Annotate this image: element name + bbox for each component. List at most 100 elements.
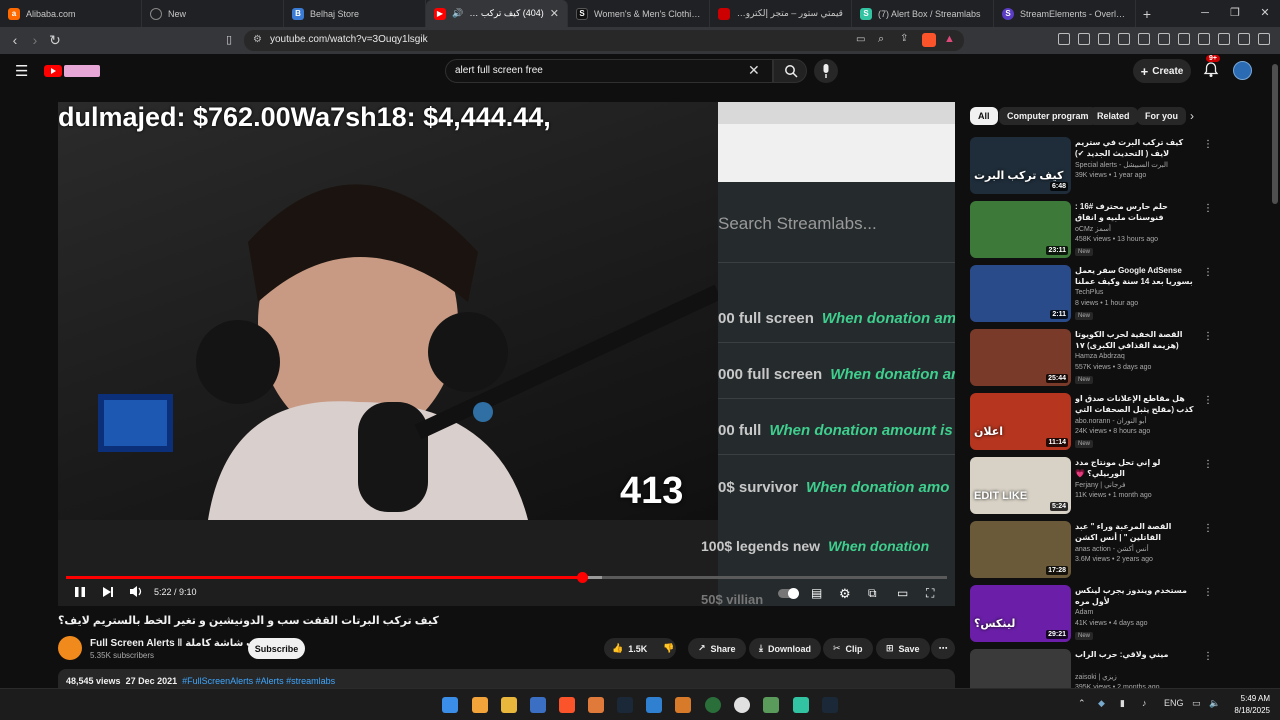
video-player[interactable]: dulmajed: $762.00Wa7sh18: $4,444.44, 413…	[58, 102, 955, 606]
next-video-icon[interactable]	[102, 586, 114, 598]
save-button[interactable]: ⊞ Save	[876, 638, 930, 659]
recommendation-title[interactable]: Google AdSense سفر يعمل بسوريا بعد 14 سن…	[1075, 265, 1200, 287]
app-icon[interactable]	[763, 697, 779, 713]
channel-avatar[interactable]	[58, 636, 82, 660]
video-thumbnail[interactable]: لينكس؟ 29:21	[970, 585, 1071, 642]
sidebar-icon[interactable]	[1178, 33, 1190, 45]
more-options-icon[interactable]: ⋮	[1203, 587, 1213, 598]
video-thumbnail[interactable]: 23:11	[970, 201, 1071, 258]
recommendation-title[interactable]: حلم حارس محترف #16 : فنوسنات ملبيه و انف…	[1075, 201, 1200, 223]
vscode-icon[interactable]	[646, 697, 662, 713]
tab-streamelements[interactable]: S StreamElements - Overlays	[994, 0, 1136, 27]
tab-groups-icon[interactable]	[1058, 33, 1070, 45]
app-icon[interactable]	[588, 697, 604, 713]
recommendation-channel[interactable]: abo.norann - أبو النوران	[1075, 417, 1146, 425]
tray-mic-icon[interactable]: ♪	[1142, 698, 1147, 708]
recommendation-item[interactable]: 25:44 القصة الخفية لحرب الكويوتا (هزيمة ا…	[970, 329, 1270, 389]
recommendation-title[interactable]: القصة المرعبة وراء " عبد القاتلين " | أن…	[1075, 521, 1200, 543]
steam-icon[interactable]	[617, 697, 633, 713]
recommendation-title[interactable]: مستخدم ويندوز يجرب لينكس لأول مره	[1075, 585, 1200, 607]
speaker-icon[interactable]: 🔈	[1209, 698, 1220, 709]
app-icon[interactable]	[472, 697, 488, 713]
close-window-icon[interactable]: ✕	[1250, 0, 1280, 27]
recommendation-title[interactable]: القصة الخفية لحرب الكويوتا (هزيمة القذاف…	[1075, 329, 1200, 351]
recommendation-channel[interactable]: Ferjany | فرجاني	[1075, 481, 1126, 489]
theater-mode-icon[interactable]: ▭	[897, 586, 908, 600]
download-button[interactable]: ⤓ Download	[749, 638, 821, 659]
recommendation-title[interactable]: ميني ولاقي: حرب الراب	[1075, 649, 1200, 660]
tab-youtube-active[interactable]: ▶🔊(404) كيف تركب البرتات✕	[426, 0, 568, 27]
recommendation-channel[interactable]: Hamza Abdrzaq	[1075, 353, 1125, 360]
more-actions-button[interactable]: ⋯	[931, 638, 955, 659]
bookmark-icon[interactable]: ▯	[220, 33, 238, 46]
tab-new[interactable]: New	[142, 0, 284, 27]
clock[interactable]: 5:49 AM 8/18/2025	[1228, 693, 1270, 717]
chip-all[interactable]: All	[970, 107, 998, 125]
share-button[interactable]: ↗ Share	[688, 638, 746, 659]
new-tab-icon[interactable]: +	[1136, 6, 1158, 22]
download-icon[interactable]	[1138, 33, 1150, 45]
vpn-icon[interactable]	[1238, 33, 1250, 45]
notifications-icon[interactable]	[1203, 62, 1219, 78]
share-page-icon[interactable]: ⇪	[900, 33, 908, 44]
more-options-icon[interactable]: ⋮	[1203, 395, 1213, 406]
restore-icon[interactable]: ❐	[1220, 0, 1250, 27]
brave-shield-icon[interactable]	[922, 33, 936, 47]
chip-for-you[interactable]: For you	[1137, 107, 1186, 125]
recommendation-item[interactable]: 23:11 حلم حارس محترف #16 : فنوسنات ملبيه …	[970, 201, 1270, 261]
like-count[interactable]: 1.5K	[628, 644, 647, 654]
brave-browser-icon[interactable]	[559, 697, 575, 713]
video-thumbnail[interactable]: EDIT LIKE 5:24	[970, 457, 1071, 514]
recommendation-title[interactable]: لو إني تحل مونتاج مدد الوربيلي؟ 💗	[1075, 457, 1200, 479]
search-input[interactable]: alert full screen free	[445, 59, 773, 83]
recommendation-item[interactable]: لينكس؟ 29:21 مستخدم ويندوز يجرب لينكس لأول…	[970, 585, 1270, 645]
forward-icon[interactable]: ›	[26, 32, 44, 48]
recommendation-channel[interactable]: zaisoki | زيزي	[1075, 673, 1117, 681]
cast-icon[interactable]: ▭	[856, 34, 865, 45]
media-icon[interactable]	[1158, 33, 1170, 45]
youtube-logo[interactable]	[44, 63, 100, 79]
more-options-icon[interactable]: ⋮	[1203, 523, 1213, 534]
recommendation-channel[interactable]: anas action - أنس أكشن	[1075, 545, 1149, 553]
more-options-icon[interactable]: ⋮	[1203, 267, 1213, 278]
clip-button[interactable]: ✂ Clip	[823, 638, 873, 659]
chevron-right-icon[interactable]: ›	[1190, 109, 1194, 123]
tab-alibaba[interactable]: a Alibaba.com	[0, 0, 142, 27]
file-explorer-icon[interactable]	[501, 697, 517, 713]
account-avatar[interactable]	[1233, 61, 1252, 80]
like-icon[interactable]: 👍	[612, 643, 623, 654]
app-icon[interactable]	[675, 697, 691, 713]
recommendation-item[interactable]: 17:28 القصة المرعبة وراء " عبد القاتلين "…	[970, 521, 1270, 581]
video-thumbnail[interactable]: اعلان 11:14	[970, 393, 1071, 450]
network-icon[interactable]: ▭	[1192, 698, 1201, 709]
minimize-icon[interactable]: ─	[1190, 0, 1220, 27]
obs-icon[interactable]	[734, 697, 750, 713]
extension-2-icon[interactable]	[1118, 33, 1130, 45]
chip-computer-program[interactable]: Computer program	[999, 107, 1097, 125]
site-info-icon[interactable]: ⚙	[253, 34, 262, 45]
progress-bar[interactable]	[66, 576, 947, 579]
hamburger-menu-icon[interactable]: ☰	[15, 62, 28, 80]
extensions-icon[interactable]	[1078, 33, 1090, 45]
app-icon[interactable]	[705, 697, 721, 713]
more-options-icon[interactable]: ⋮	[1203, 203, 1213, 214]
voice-search-button[interactable]	[814, 59, 838, 83]
tray-app-icon[interactable]: ◆	[1098, 698, 1105, 709]
tab-qimati-store[interactable]: قيمتي ستور – متجر إلكتروني متك	[710, 0, 852, 27]
recommendation-item[interactable]: كيف تركب البرت 6:48 كيف تركب البرت في ستري…	[970, 137, 1270, 197]
video-thumbnail[interactable]: 17:28	[970, 521, 1071, 578]
recommendation-channel[interactable]: Adam	[1075, 609, 1093, 616]
chip-related[interactable]: Related	[1089, 107, 1138, 125]
brave-rewards-icon[interactable]: ▲	[944, 33, 955, 45]
menu-icon[interactable]	[1258, 33, 1270, 45]
close-tab-icon[interactable]: ✕	[550, 7, 559, 20]
language-indicator[interactable]: ENG	[1164, 698, 1184, 708]
more-options-icon[interactable]: ⋮	[1203, 651, 1213, 662]
recommendation-item[interactable]: 2:11 Google AdSense سفر يعمل بسوريا بعد 1…	[970, 265, 1270, 325]
tray-usb-icon[interactable]: ▮	[1120, 698, 1125, 709]
extension-icon[interactable]	[1098, 33, 1110, 45]
leo-ai-icon[interactable]	[1218, 33, 1230, 45]
wallet-icon[interactable]	[1198, 33, 1210, 45]
video-thumbnail[interactable]: كيف تركب البرت 6:48	[970, 137, 1071, 194]
recommendation-title[interactable]: هل مقاطع الإعلانات صدق او كذب (مقلح يثبل…	[1075, 393, 1200, 415]
